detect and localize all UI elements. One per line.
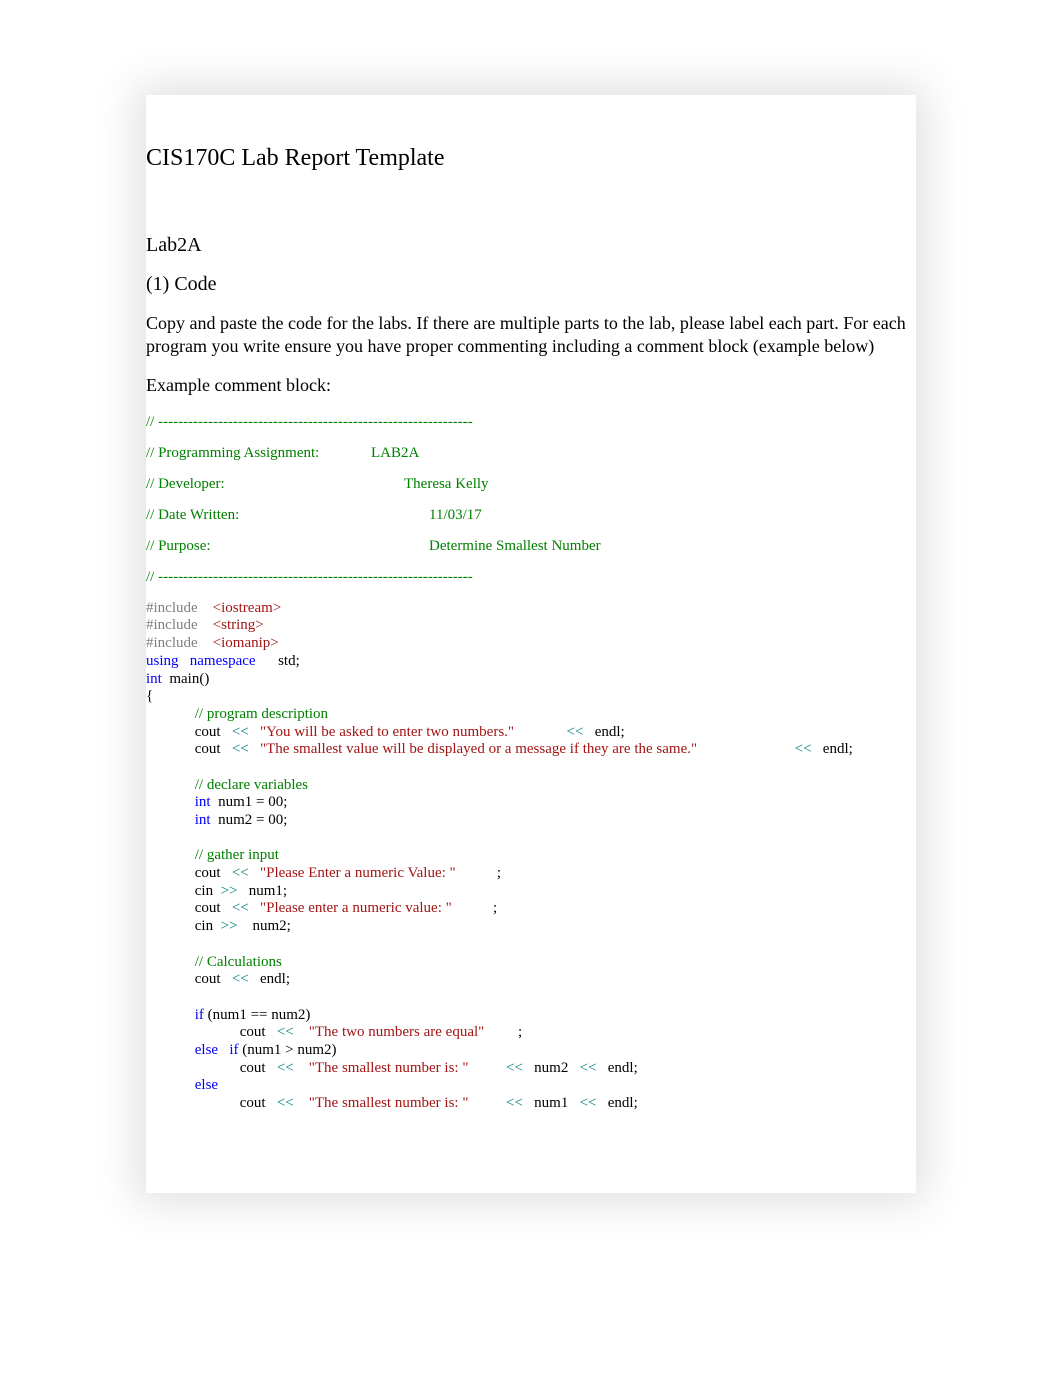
- code-line: [146, 989, 906, 1007]
- comment-date-value: 11/03/17: [429, 507, 482, 524]
- code-line: [146, 759, 906, 777]
- comment-developer-label: // Developer:: [146, 476, 404, 493]
- code-line: // declare variables: [146, 777, 906, 795]
- code-line: cin >> num1;: [146, 883, 906, 901]
- code-line: else if (num1 > num2): [146, 1042, 906, 1060]
- code-line: using namespace std;: [146, 653, 906, 671]
- code-line: cout << "The smallest number is: " << nu…: [146, 1095, 906, 1113]
- document-title: CIS170C Lab Report Template: [146, 145, 906, 172]
- code-line: cout << "The smallest value will be disp…: [146, 741, 906, 759]
- comment-developer-value: Theresa Kelly: [404, 476, 489, 493]
- comment-assignment-label: // Programming Assignment:: [146, 445, 371, 462]
- code-line: // program description: [146, 706, 906, 724]
- comment-dashes-end: // -------------------------------------…: [146, 569, 906, 586]
- code-block: #include <iostream> #include <string> #i…: [146, 600, 906, 1113]
- code-line: [146, 830, 906, 848]
- code-line: {: [146, 688, 906, 706]
- comment-assignment-value: LAB2A: [371, 445, 419, 462]
- code-line: cout << endl;: [146, 971, 906, 989]
- comment-developer: // Developer: Theresa Kelly: [146, 476, 906, 493]
- code-line: int main(): [146, 671, 906, 689]
- code-line: cout << "Please Enter a numeric Value: "…: [146, 865, 906, 883]
- code-line: int num1 = 00;: [146, 794, 906, 812]
- code-line: #include <iostream>: [146, 600, 906, 618]
- code-line: [146, 936, 906, 954]
- section-label: Lab2A: [146, 234, 906, 257]
- code-line: // gather input: [146, 847, 906, 865]
- code-heading: (1) Code: [146, 273, 906, 296]
- code-line: #include <string>: [146, 617, 906, 635]
- comment-purpose-label: // Purpose:: [146, 538, 429, 555]
- code-line: #include <iomanip>: [146, 635, 906, 653]
- comment-dashes: // -------------------------------------…: [146, 414, 906, 431]
- instructions-text: Copy and paste the code for the labs. If…: [146, 312, 906, 359]
- code-line: cout << "You will be asked to enter two …: [146, 724, 906, 742]
- example-label: Example comment block:: [146, 375, 906, 396]
- code-line: cin >> num2;: [146, 918, 906, 936]
- code-line: // Calculations: [146, 954, 906, 972]
- code-line: int num2 = 00;: [146, 812, 906, 830]
- code-line: if (num1 == num2): [146, 1007, 906, 1025]
- comment-assignment: // Programming Assignment: LAB2A: [146, 445, 906, 462]
- comment-purpose: // Purpose: Determine Smallest Number: [146, 538, 906, 555]
- code-line: cout << "The smallest number is: " << nu…: [146, 1060, 906, 1078]
- document-page: CIS170C Lab Report Template Lab2A (1) Co…: [146, 95, 916, 1193]
- comment-purpose-value: Determine Smallest Number: [429, 538, 601, 555]
- code-line: cout << "The two numbers are equal" ;: [146, 1024, 906, 1042]
- code-line: cout << "Please enter a numeric value: "…: [146, 900, 906, 918]
- code-line: else: [146, 1077, 906, 1095]
- comment-date: // Date Written: 11/03/17: [146, 507, 906, 524]
- comment-date-label: // Date Written:: [146, 507, 429, 524]
